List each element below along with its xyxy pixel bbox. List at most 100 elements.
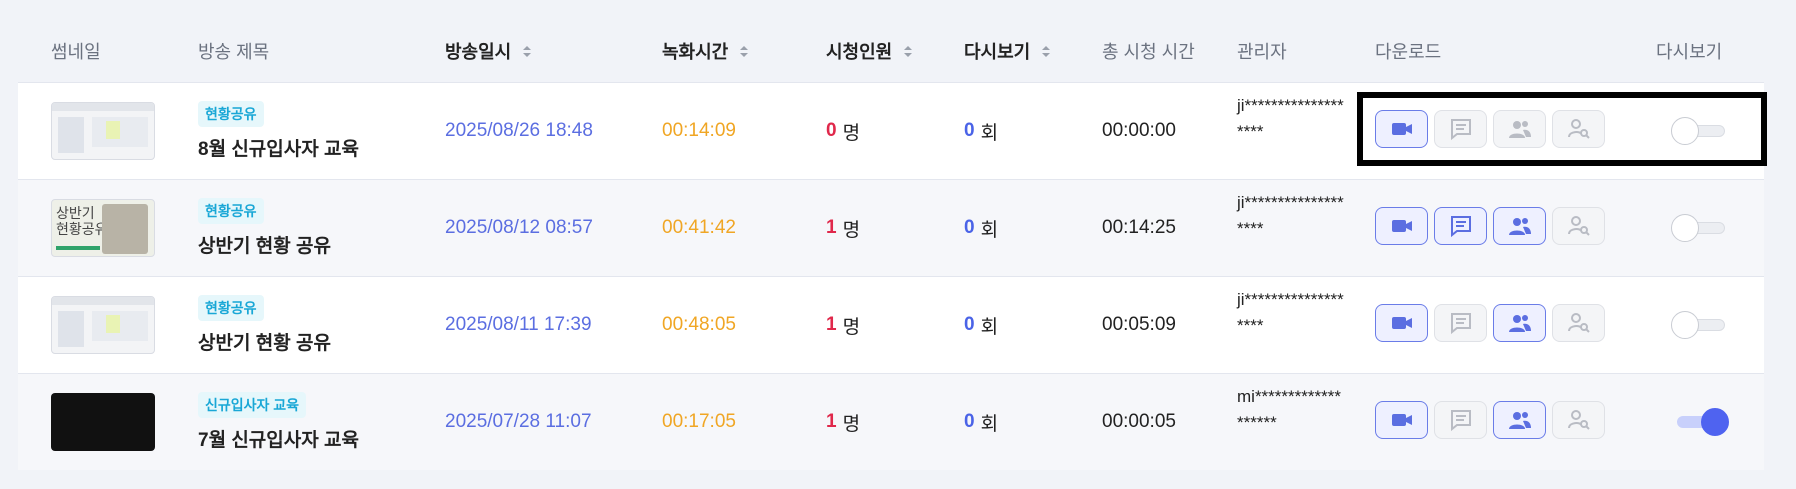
video-download-button[interactable]	[1375, 207, 1428, 245]
header-admin: 관리자	[1237, 42, 1287, 62]
replay-count-unit: 회	[980, 219, 999, 241]
attendees-icon	[1508, 408, 1532, 432]
replay-toggle[interactable]	[1671, 311, 1729, 339]
replay-toggle[interactable]	[1671, 117, 1729, 145]
video-download-button[interactable]	[1375, 110, 1428, 148]
broadcast-title-cell[interactable]: 신규입사자 교육 7월 신규입사자 교육	[198, 392, 359, 452]
attendees-download-button[interactable]	[1493, 304, 1546, 342]
chat-icon	[1449, 311, 1473, 335]
thumbnail-image[interactable]	[51, 102, 155, 160]
viewer-count-number: 1	[826, 217, 837, 238]
attendees-download-button[interactable]	[1493, 401, 1546, 439]
broadcast-title-cell[interactable]: 현황공유 상반기 현황 공유	[198, 295, 331, 355]
viewer-count: 1 명	[826, 277, 860, 373]
sort-icon[interactable]	[1042, 45, 1051, 57]
attendees-icon	[1508, 117, 1532, 141]
viewer-log-download-button[interactable]	[1552, 401, 1605, 439]
replay-toggle[interactable]	[1671, 214, 1729, 242]
broadcast-title-cell[interactable]: 현황공유 8월 신규입사자 교육	[198, 101, 359, 161]
video-camera-icon	[1390, 117, 1414, 141]
recording-time: 00:17:05	[662, 411, 736, 432]
sort-icon[interactable]	[904, 45, 913, 57]
thumbnail-image[interactable]	[51, 393, 155, 451]
admin-id: mi*******************	[1237, 387, 1341, 432]
header-rec-time[interactable]: 녹화시간	[662, 38, 749, 64]
category-tag: 현황공유	[198, 198, 264, 224]
attendees-download-button[interactable]	[1493, 110, 1546, 148]
thumbnail-image[interactable]	[51, 296, 155, 354]
broadcast-date: 2025/08/12 08:57	[445, 217, 593, 238]
broadcast-title[interactable]: 상반기 현황 공유	[198, 231, 331, 258]
admin-id: ji*******************	[1237, 193, 1344, 238]
replay-toggle[interactable]	[1671, 408, 1729, 436]
viewer-count-number: 1	[826, 314, 837, 335]
video-download-button[interactable]	[1375, 401, 1428, 439]
table-row: 현황공유 상반기 현황 공유 2025/08/11 17:39 00:48:05…	[18, 276, 1764, 373]
broadcast-title[interactable]: 8월 신규입사자 교육	[198, 134, 359, 161]
user-search-icon	[1567, 311, 1591, 335]
download-buttons	[1375, 401, 1605, 439]
header-date[interactable]: 방송일시	[445, 38, 532, 64]
thumbnail-image[interactable]: 상반기 현황공유	[51, 199, 155, 257]
attendees-icon	[1508, 311, 1532, 335]
chat-icon	[1449, 117, 1473, 141]
replay-count: 0 회	[964, 374, 998, 470]
table-header: 썸네일 방송 제목 방송일시 녹화시간 시청인원 다시보기 총 시청 시간 관리…	[18, 0, 1764, 82]
viewer-count: 0 명	[826, 83, 860, 179]
chat-download-button[interactable]	[1434, 207, 1487, 245]
category-tag: 현황공유	[198, 101, 264, 127]
chat-download-button[interactable]	[1434, 401, 1487, 439]
broadcast-title[interactable]: 상반기 현황 공유	[198, 328, 331, 355]
sort-icon[interactable]	[523, 45, 532, 57]
video-download-button[interactable]	[1375, 304, 1428, 342]
attendees-download-button[interactable]	[1493, 207, 1546, 245]
replay-count-unit: 회	[980, 413, 999, 435]
viewer-count-unit: 명	[842, 413, 861, 435]
replay-count: 0 회	[964, 180, 998, 276]
user-search-icon	[1567, 214, 1591, 238]
viewer-count-unit: 명	[842, 122, 861, 144]
download-buttons	[1375, 110, 1605, 148]
broadcast-date: 2025/08/26 18:48	[445, 120, 593, 141]
replay-count-number: 0	[964, 120, 975, 141]
viewer-count-number: 0	[826, 120, 837, 141]
viewer-log-download-button[interactable]	[1552, 110, 1605, 148]
replay-count-number: 0	[964, 411, 975, 432]
broadcast-title-cell[interactable]: 현황공유 상반기 현황 공유	[198, 198, 331, 258]
user-search-icon	[1567, 117, 1591, 141]
header-viewers[interactable]: 시청인원	[826, 38, 913, 64]
broadcast-table: 현황공유 8월 신규입사자 교육 2025/08/26 18:48 00:14:…	[18, 82, 1764, 470]
broadcast-date: 2025/07/28 11:07	[445, 411, 592, 432]
recording-time: 00:41:42	[662, 217, 736, 238]
admin-id: ji*******************	[1237, 290, 1344, 335]
replay-count-number: 0	[964, 314, 975, 335]
header-replay-toggle: 다시보기	[1656, 42, 1723, 62]
replay-count-unit: 회	[980, 122, 999, 144]
header-replays[interactable]: 다시보기	[964, 38, 1051, 64]
viewer-count: 1 명	[826, 180, 860, 276]
replay-count-number: 0	[964, 217, 975, 238]
header-download: 다운로드	[1375, 42, 1442, 62]
replay-count-unit: 회	[980, 316, 999, 338]
header-date-label: 방송일시	[445, 42, 512, 62]
total-watch-time: 00:00:00	[1102, 120, 1176, 141]
table-row: 현황공유 8월 신규입사자 교육 2025/08/26 18:48 00:14:…	[18, 82, 1764, 179]
recording-time: 00:14:09	[662, 120, 736, 141]
replay-count: 0 회	[964, 277, 998, 373]
viewer-log-download-button[interactable]	[1552, 304, 1605, 342]
header-viewers-label: 시청인원	[826, 42, 893, 62]
header-rec-time-label: 녹화시간	[662, 42, 729, 62]
viewer-log-download-button[interactable]	[1552, 207, 1605, 245]
download-buttons	[1375, 304, 1605, 342]
viewer-count-unit: 명	[842, 219, 861, 241]
sort-icon[interactable]	[740, 45, 749, 57]
chat-download-button[interactable]	[1434, 110, 1487, 148]
video-camera-icon	[1390, 408, 1414, 432]
broadcast-title[interactable]: 7월 신규입사자 교육	[198, 425, 359, 452]
chat-icon	[1449, 214, 1473, 238]
total-watch-time: 00:14:25	[1102, 217, 1176, 238]
chat-download-button[interactable]	[1434, 304, 1487, 342]
thumbnail-text: 상반기 현황공유	[56, 206, 108, 238]
category-tag: 신규입사자 교육	[198, 392, 307, 418]
table-row: 신규입사자 교육 7월 신규입사자 교육 2025/07/28 11:07 00…	[18, 373, 1764, 470]
